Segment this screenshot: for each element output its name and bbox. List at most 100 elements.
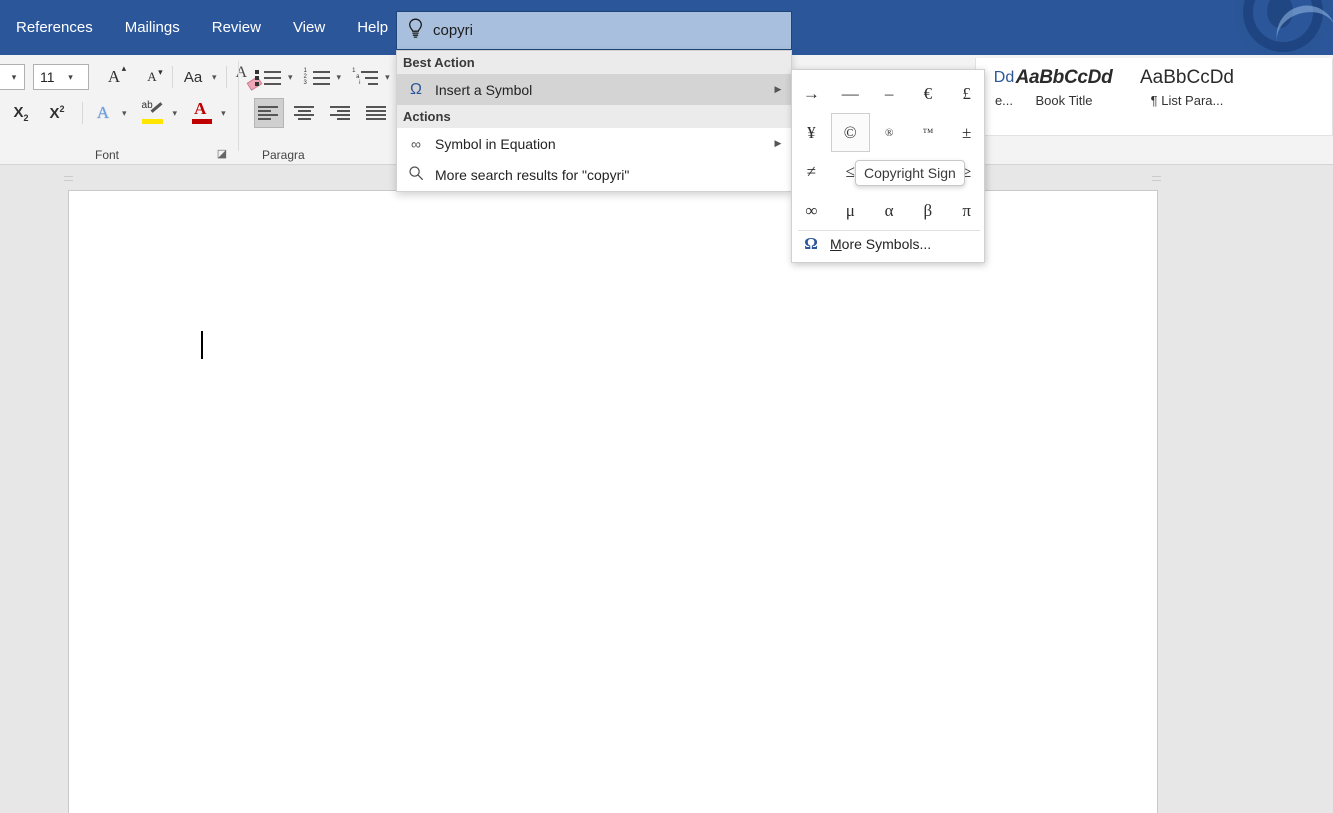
font-size-combo[interactable]: 11 ▾ [33,64,89,90]
symbol-cell-not-equal-sign[interactable]: ≠ [792,152,831,191]
text-effects-button[interactable]: A [88,98,118,128]
omega-icon: Ω [410,80,422,98]
symbol-cell-infinity-sign[interactable]: ∞ [792,191,831,230]
justify-button[interactable] [362,98,392,128]
numbering-icon: 1 2 3 [304,67,330,87]
ribbon-tab-strip: References Mailings Review View Help [0,0,404,55]
text-caret [201,331,203,359]
symbol-cell-beta-sign[interactable]: β [909,191,948,230]
bullets-icon [255,67,281,87]
multilevel-list-button[interactable]: 1 a i [349,62,381,92]
symbol-cell-plus-minus-sign[interactable]: ± [947,113,986,152]
multilevel-list-icon: 1 a i [352,67,379,87]
ribbon-group-font: ▾ 11 ▾ A ▴ A ▾ Aa ▾ A X2 X2 A ▾ ab ▾ A ▾… [0,55,262,165]
shrink-font-icon: A ▾ [147,67,163,84]
align-right-icon [330,104,352,122]
font-color-chevron-down-icon[interactable]: ▾ [217,108,230,119]
text-highlight-color-button[interactable]: ab [137,98,169,128]
document-area [0,166,1333,813]
search-result-symbol-in-equation[interactable]: ∞ Symbol in Equation ▶ [397,128,791,159]
style-item-book-title[interactable]: AaBbCcDd Book Title [1000,66,1128,112]
align-right-button[interactable] [326,98,356,128]
font-dialog-launcher[interactable]: ◪ [216,148,228,160]
grow-font-button[interactable]: A ▴ [99,62,129,92]
magnifier-icon [397,165,435,184]
change-case-icon: Aa [183,68,203,86]
lightbulb-icon [397,18,433,44]
symbol-cell-en-dash[interactable]: – [870,74,909,113]
style-name-book-title: Book Title [1035,93,1093,108]
symbol-cell-euro-sign[interactable]: € [909,74,948,113]
symbol-cell-rightwards-arrow[interactable]: → [792,74,831,113]
numbering-button[interactable]: 1 2 3 [301,62,333,92]
ribbon-tab-view[interactable]: View [277,0,341,55]
style-preview-book-title: AaBbCcDd [1015,67,1113,88]
right-margin-marker[interactable] [1152,174,1161,183]
align-center-button[interactable] [290,98,320,128]
subscript-button[interactable]: X2 [6,98,36,128]
symbol-cell-alpha-sign[interactable]: α [870,191,909,230]
best-action-header: Best Action [397,51,791,74]
ribbon-group-paragraph: ▾ 1 2 3 ▾ 1 a i ▾ Paragra [240,55,433,165]
style-name-list-paragraph: ¶ List Para... [1150,93,1224,108]
symbol-cell-copyright-sign[interactable]: © [830,113,870,152]
more-symbols-button[interactable]: Ω More Symbols... [792,230,986,258]
symbol-cell-mu-sign[interactable]: μ [831,191,870,230]
infinity-icon: ∞ [411,135,421,152]
omega-icon: Ω [804,234,818,253]
search-result-insert-a-symbol[interactable]: Ω Insert a Symbol ▶ [397,74,791,105]
superscript-button[interactable]: X2 [42,98,72,128]
grow-font-icon: A ▴ [107,63,127,86]
symbol-cell-pound-sign[interactable]: £ [947,74,986,113]
search-result-label-insert-a-symbol: Insert a Symbol [435,81,533,98]
align-left-icon [258,104,280,122]
tell-me-search-box[interactable] [396,11,792,50]
ribbon-tab-references[interactable]: References [0,0,109,55]
change-case-button[interactable]: Aa [178,62,208,92]
font-name-combo[interactable]: ▾ [0,64,25,90]
text-effects-icon: A [96,103,110,122]
group-divider [238,61,239,151]
symbol-cell-em-dash[interactable]: — [831,74,870,113]
search-result-label-symbol-in-equation: Symbol in Equation [435,135,556,152]
multilevel-list-chevron-down-icon[interactable]: ▾ [381,72,394,83]
left-margin-marker[interactable] [64,174,73,183]
symbol-tooltip: Copyright Sign [855,160,965,186]
font-group-label: Font [94,148,119,162]
bullets-chevron-down-icon[interactable]: ▾ [284,72,297,83]
symbol-cell-yen-sign[interactable]: ¥ [792,113,831,152]
subscript-icon: X2 [13,103,29,123]
strikethrough-button[interactable]: abc [0,98,2,128]
style-item-list-paragraph[interactable]: AaBbCcDd ¶ List Para... [1122,66,1252,112]
symbol-grid: →—–€£¥©®™±≠≤÷×≥∞μαβπ [792,74,986,230]
superscript-icon: X2 [49,104,65,122]
document-page[interactable] [68,190,1158,813]
highlighter-icon: ab [140,100,166,126]
search-result-label-more-search-results: More search results for "copyri" [435,166,630,183]
align-center-icon [294,104,316,122]
text-highlight-chevron-down-icon[interactable]: ▾ [169,108,182,119]
styles-gallery: Dd e... AaBbCcDd Book Title AaBbCcDd ¶ L… [975,58,1333,136]
symbol-cell-registered-sign[interactable]: ® [870,113,909,152]
bullets-button[interactable] [252,62,284,92]
symbol-cell-pi-sign[interactable]: π [947,191,986,230]
change-case-chevron-down-icon[interactable]: ▾ [208,72,221,83]
symbol-cell-trademark-sign[interactable]: ™ [909,113,948,152]
search-result-more-search-results[interactable]: More search results for "copyri" [397,159,791,190]
shrink-font-button[interactable]: A ▾ [137,62,167,92]
more-symbols-label: More Symbols... [830,236,932,252]
ribbon-tab-review[interactable]: Review [196,0,277,55]
align-left-button[interactable] [254,98,284,128]
word-window: References Mailings Review View Help ▾ 1… [0,0,1333,813]
justify-icon [366,104,388,122]
text-effects-chevron-down-icon[interactable]: ▾ [118,108,131,119]
search-results-dropdown: Best Action Ω Insert a Symbol ▶ Actions … [396,50,792,192]
actions-header: Actions [397,105,791,128]
font-color-button[interactable]: A [187,98,217,128]
numbering-chevron-down-icon[interactable]: ▾ [333,72,346,83]
style-preview-list-paragraph: AaBbCcDd [1140,67,1234,88]
ribbon-tab-help[interactable]: Help [341,0,404,55]
submenu-arrow-icon: ▶ [774,138,782,148]
search-input[interactable] [433,22,791,39]
ribbon-tab-mailings[interactable]: Mailings [109,0,196,55]
